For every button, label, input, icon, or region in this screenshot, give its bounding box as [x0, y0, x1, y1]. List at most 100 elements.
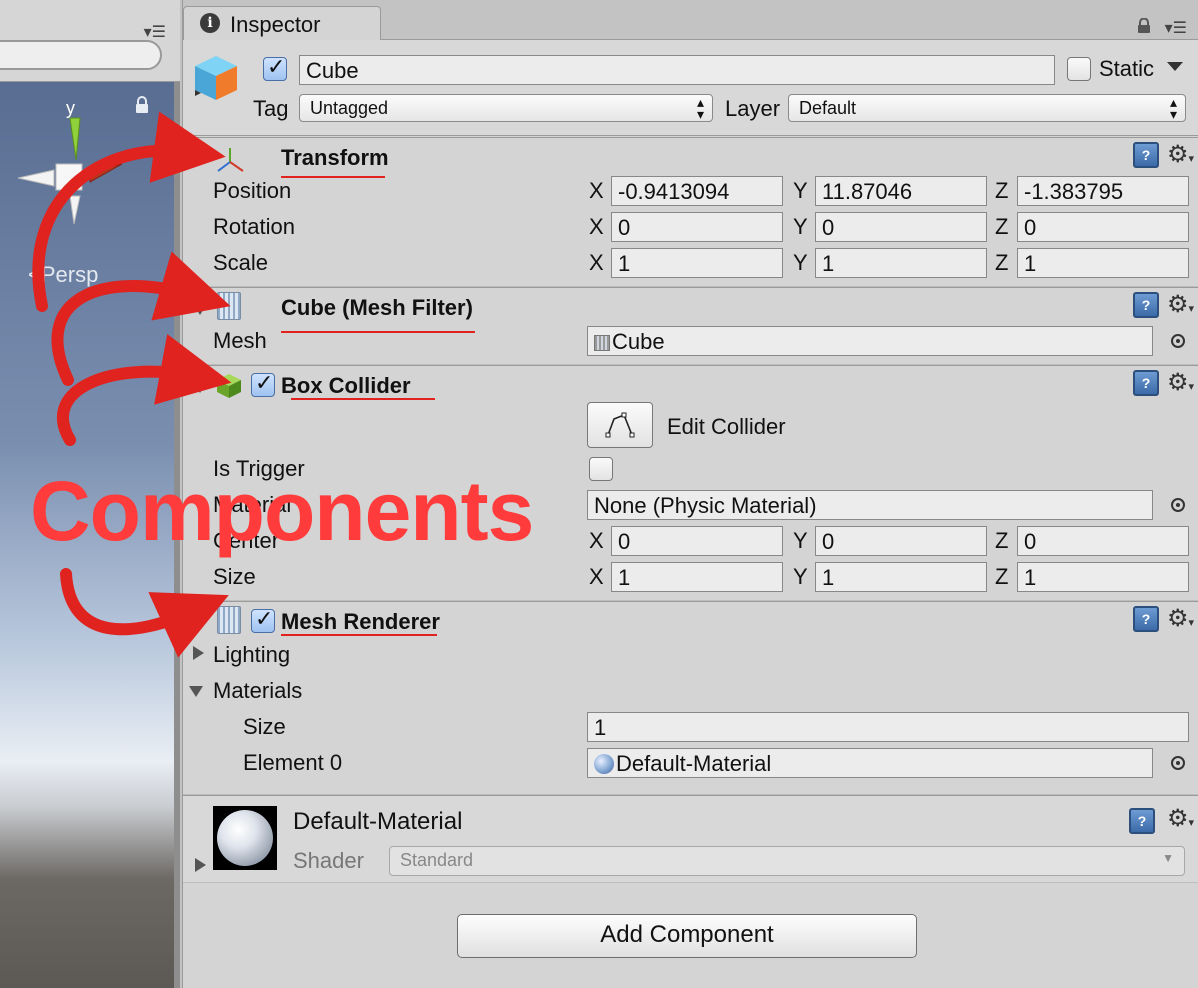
edit-collider-icon: [605, 412, 635, 438]
info-icon: i: [200, 13, 220, 33]
transform-foldout-icon[interactable]: [193, 154, 207, 165]
x-axis-label: X: [589, 250, 604, 275]
gameobject-header: Cube Static Tag Untagged ▴▾ Layer Defaul…: [183, 40, 1198, 136]
scale-z-field[interactable]: 1: [1017, 248, 1189, 278]
mesh-filter-icon: [217, 292, 241, 320]
object-picker-icon[interactable]: [1171, 498, 1185, 512]
help-icon[interactable]: ?: [1133, 606, 1159, 632]
mesh-renderer-title: Mesh Renderer: [281, 609, 440, 634]
box-collider-enabled-checkbox[interactable]: [251, 370, 275, 397]
inspector-tab-strip: i Inspector ▾☰: [183, 0, 1198, 41]
y-axis-label: Y: [793, 250, 808, 275]
lighting-label[interactable]: Lighting: [213, 642, 290, 668]
orientation-gizmo-icon[interactable]: y: [14, 100, 134, 240]
physic-material-field[interactable]: None (Physic Material): [587, 490, 1153, 520]
center-z-field[interactable]: 0: [1017, 526, 1189, 556]
scene-menu-icon[interactable]: ▾☰: [144, 22, 166, 42]
material-preview-sphere: [217, 810, 273, 866]
position-z-field[interactable]: -1.383795: [1017, 176, 1189, 206]
size-label: Size: [213, 564, 256, 589]
material-section: Default-Material Shader Standard ▼ ? ⚙▾: [183, 795, 1198, 883]
tag-label: Tag: [253, 96, 289, 121]
material-foldout-icon[interactable]: [195, 858, 206, 872]
rotation-y-field[interactable]: 0: [815, 212, 987, 242]
scene-edge: [174, 82, 180, 988]
y-axis-label: Y: [793, 178, 808, 203]
scale-x-field[interactable]: 1: [611, 248, 783, 278]
position-y-field[interactable]: 11.87046: [815, 176, 987, 206]
shader-value: Standard: [400, 850, 474, 870]
materials-size-field[interactable]: 1: [587, 712, 1189, 742]
help-icon[interactable]: ?: [1133, 370, 1159, 396]
layer-dropdown[interactable]: Default ▴ ▾: [788, 94, 1186, 122]
mesh-renderer-enabled-checkbox[interactable]: [251, 606, 275, 633]
center-label: Center: [213, 528, 280, 553]
size-y-field[interactable]: 1: [815, 562, 987, 592]
size-z-field[interactable]: 1: [1017, 562, 1189, 592]
rotation-label: Rotation: [213, 214, 295, 239]
size-x-field[interactable]: 1: [611, 562, 783, 592]
material-sphere-icon: [594, 754, 614, 774]
scale-y-field[interactable]: 1: [815, 248, 987, 278]
is-trigger-checkbox[interactable]: [589, 457, 613, 481]
transform-underline: [281, 176, 385, 178]
gear-icon[interactable]: ⚙▾: [1167, 368, 1194, 397]
mesh-reference-field[interactable]: Cube: [587, 326, 1153, 356]
box-collider-foldout-icon[interactable]: [193, 382, 207, 393]
tab-inspector[interactable]: i Inspector: [183, 6, 381, 41]
materials-foldout-icon[interactable]: [189, 686, 203, 697]
element-0-field[interactable]: Default-Material: [587, 748, 1153, 778]
static-checkbox[interactable]: [1067, 57, 1091, 81]
gameobject-active-checkbox[interactable]: [263, 54, 287, 81]
center-x-field[interactable]: 0: [611, 526, 783, 556]
mesh-icon: [594, 335, 610, 351]
help-icon[interactable]: ?: [1133, 292, 1159, 318]
y-axis-label: Y: [793, 214, 808, 239]
help-icon[interactable]: ?: [1133, 142, 1159, 168]
lighting-foldout-icon[interactable]: [193, 646, 204, 660]
scene-toolbar: ▾☰: [0, 0, 180, 82]
z-axis-label: Z: [995, 178, 1009, 203]
panel-menu-icon[interactable]: ▾☰: [1165, 18, 1187, 38]
object-picker-icon[interactable]: [1171, 334, 1185, 348]
rotation-x-field[interactable]: 0: [611, 212, 783, 242]
gameobject-name-field[interactable]: Cube: [299, 55, 1055, 85]
material-preview: [213, 806, 277, 870]
mesh-renderer-component: Mesh Renderer ? ⚙▾ Lighting Materials Si…: [183, 601, 1198, 795]
x-axis-label: X: [589, 178, 604, 203]
mesh-renderer-foldout-icon[interactable]: [193, 618, 207, 629]
lock-icon[interactable]: [1137, 18, 1151, 34]
persp-label[interactable]: <Persp: [28, 262, 98, 288]
edit-collider-button[interactable]: [587, 402, 653, 448]
y-axis-label: Y: [793, 528, 808, 553]
add-component-button[interactable]: Add Component: [457, 914, 917, 958]
gear-icon[interactable]: ⚙▾: [1167, 604, 1194, 633]
box-collider-icon: [217, 374, 241, 398]
position-x-field[interactable]: -0.9413094: [611, 176, 783, 206]
materials-label[interactable]: Materials: [213, 678, 302, 704]
gear-icon[interactable]: ⚙▾: [1167, 290, 1194, 319]
static-dropdown-arrow-icon[interactable]: [1167, 62, 1183, 71]
rotation-z-field[interactable]: 0: [1017, 212, 1189, 242]
z-axis-label: Z: [995, 250, 1009, 275]
x-axis-label: X: [589, 214, 604, 239]
gear-icon[interactable]: ⚙▾: [1167, 140, 1194, 169]
mesh-filter-title: Cube (Mesh Filter): [281, 295, 473, 320]
mesh-filter-foldout-icon[interactable]: [193, 304, 207, 315]
center-y-field[interactable]: 0: [815, 526, 987, 556]
transform-component: Transform ? ⚙▾ Position X -0.9413094 Y 1…: [183, 137, 1198, 287]
object-picker-icon[interactable]: [1171, 756, 1185, 770]
help-icon[interactable]: ?: [1129, 808, 1155, 834]
gear-icon[interactable]: ⚙▾: [1167, 804, 1194, 833]
tab-inspector-label: Inspector: [230, 12, 321, 37]
shader-dropdown[interactable]: Standard ▼: [389, 846, 1185, 876]
element-0-label: Element 0: [243, 750, 343, 775]
element-0-value: Default-Material: [616, 751, 772, 776]
layer-label: Layer: [725, 96, 781, 121]
scene-lock-icon[interactable]: [134, 96, 150, 114]
material-label: Material: [213, 492, 292, 517]
material-name: Default-Material: [293, 808, 463, 835]
scene-search-field[interactable]: [0, 40, 162, 70]
transform-axes-icon: [217, 148, 244, 172]
tag-dropdown[interactable]: Untagged ▴ ▾: [299, 94, 713, 122]
